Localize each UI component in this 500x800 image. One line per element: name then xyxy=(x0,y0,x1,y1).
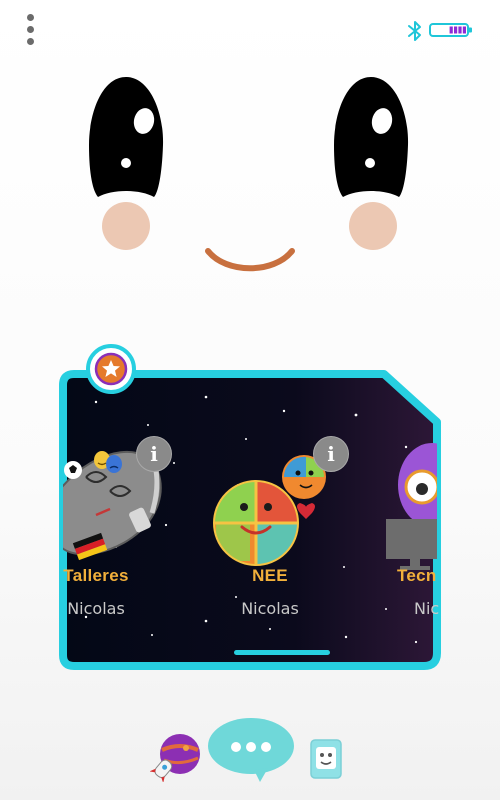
left-cheek-blush xyxy=(102,202,150,250)
smile-mouth xyxy=(205,248,295,272)
right-eye xyxy=(334,77,409,197)
rocket-planet-icon[interactable] xyxy=(150,730,202,782)
battery-segment xyxy=(449,26,453,34)
menu-dot xyxy=(27,14,34,21)
item-title: Tecn xyxy=(397,566,437,585)
menu-dot xyxy=(27,38,34,45)
chat-bubble-icon[interactable] xyxy=(206,716,296,784)
item-title: Talleres xyxy=(63,566,129,585)
star-badge-icon xyxy=(86,344,136,394)
carousel-item-tecn[interactable]: Tecn Nic xyxy=(394,367,454,627)
item-owner: Nic xyxy=(414,599,440,618)
carousel-item-nee[interactable]: NEE Nicolas xyxy=(205,367,335,627)
robot-face-icon[interactable] xyxy=(309,738,343,780)
carousel-page-indicator xyxy=(234,650,330,655)
carousel-item-talleres[interactable]: Talleres Nicolas xyxy=(31,367,161,627)
carousel-card[interactable]: i i Talleres Nicolas NEE Nicolas Tecn Ni… xyxy=(56,367,444,673)
item-title: NEE xyxy=(252,566,288,585)
right-cheek-blush xyxy=(349,202,397,250)
battery-segment xyxy=(462,26,466,34)
battery-segment xyxy=(458,26,462,34)
battery-segment xyxy=(454,26,458,34)
menu-dot xyxy=(27,26,34,33)
item-owner: Nicolas xyxy=(241,599,299,618)
left-eye xyxy=(89,77,164,197)
battery-icon xyxy=(429,23,472,37)
item-owner: Nicolas xyxy=(67,599,125,618)
bluetooth-icon xyxy=(408,21,421,41)
vertical-dots-icon[interactable] xyxy=(24,14,38,48)
